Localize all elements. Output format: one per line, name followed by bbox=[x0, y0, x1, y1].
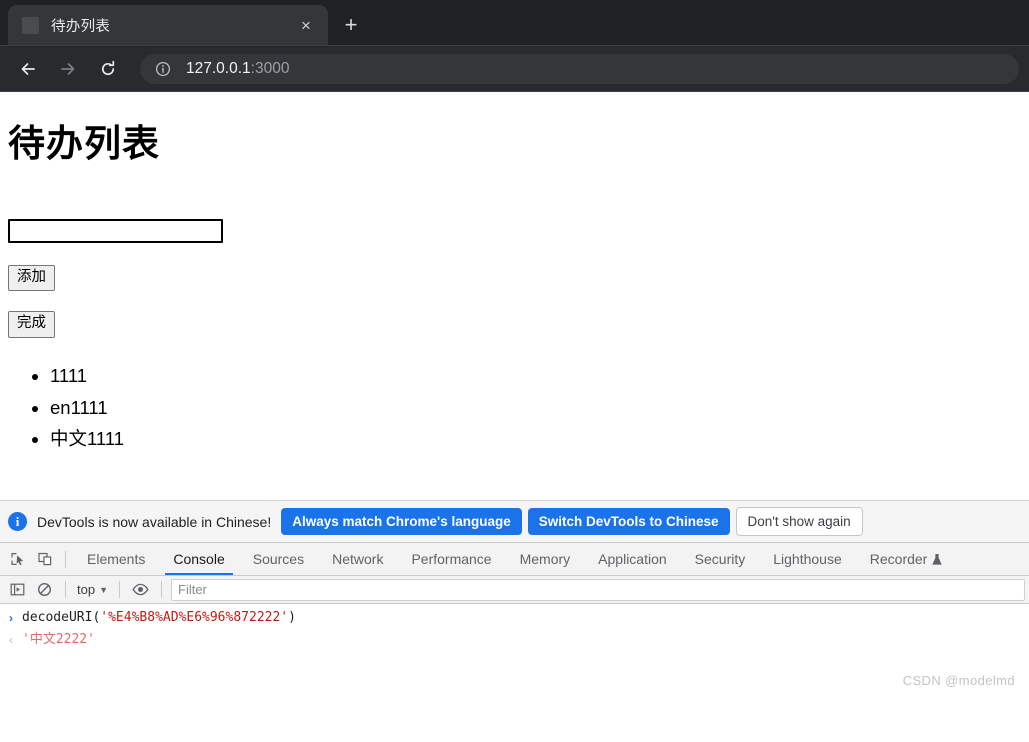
tab-network[interactable]: Network bbox=[318, 543, 397, 575]
page-title: 待办列表 bbox=[8, 123, 160, 164]
console-divider-2 bbox=[119, 581, 120, 598]
console-divider-3 bbox=[161, 581, 162, 598]
console-fn-name: decodeURI( bbox=[22, 610, 101, 625]
tab-strip: 待办列表 × + bbox=[0, 0, 1029, 45]
console-input-expression: decodeURI('%E4%B8%AD%E6%96%872222') bbox=[22, 609, 296, 627]
tab-security[interactable]: Security bbox=[681, 543, 760, 575]
dont-show-again-button[interactable]: Don't show again bbox=[735, 507, 863, 536]
console-messages: › decodeURI('%E4%B8%AD%E6%96%872222') ‹ … bbox=[0, 604, 1029, 696]
tab-memory[interactable]: Memory bbox=[506, 543, 585, 575]
tab-sources[interactable]: Sources bbox=[239, 543, 318, 575]
console-context-selector[interactable]: top ▼ bbox=[73, 582, 112, 597]
console-input-prompt-icon: › bbox=[9, 611, 13, 625]
live-expression-button[interactable] bbox=[127, 577, 154, 603]
todo-input[interactable] bbox=[8, 219, 223, 243]
console-string-arg: '%E4%B8%AD%E6%96%872222' bbox=[100, 610, 289, 625]
console-filter-input[interactable] bbox=[171, 578, 1025, 601]
forward-arrow-icon bbox=[61, 62, 75, 75]
back-arrow-icon bbox=[21, 62, 35, 75]
tab-elements[interactable]: Elements bbox=[73, 543, 159, 575]
tab-lighthouse[interactable]: Lighthouse bbox=[759, 543, 856, 575]
console-toolbar: top ▼ bbox=[0, 576, 1029, 604]
console-output-value: '中文2222' bbox=[22, 632, 95, 647]
list-item[interactable]: en1111 bbox=[50, 392, 1021, 424]
console-output-prompt-icon: ‹ bbox=[9, 633, 13, 647]
tab-title: 待办列表 bbox=[51, 18, 111, 35]
site-info-icon[interactable] bbox=[154, 60, 172, 78]
page-content: 待办列表 添加 完成 1111 en1111 中文1111 bbox=[0, 92, 1029, 500]
console-sidebar-toggle[interactable] bbox=[4, 577, 31, 603]
tab-performance[interactable]: Performance bbox=[397, 543, 505, 575]
list-item[interactable]: 中文1111 bbox=[50, 423, 1021, 455]
reload-icon bbox=[101, 60, 115, 75]
tab-console[interactable]: Console bbox=[159, 543, 238, 575]
browser-toolbar: 127.0.0.1:3000 bbox=[0, 45, 1029, 92]
console-input-row[interactable]: › decodeURI('%E4%B8%AD%E6%96%872222') bbox=[0, 607, 1029, 629]
browser-chrome: 待办列表 × + 127.0.0.1:3000 bbox=[0, 0, 1029, 92]
toolbar-divider bbox=[65, 550, 66, 568]
new-tab-button[interactable]: + bbox=[334, 8, 368, 42]
inspect-element-button[interactable] bbox=[4, 546, 31, 572]
list-item[interactable]: 1111 bbox=[50, 360, 1021, 392]
console-divider-1 bbox=[65, 581, 66, 598]
info-icon: i bbox=[8, 512, 27, 531]
address-bar[interactable]: 127.0.0.1:3000 bbox=[140, 53, 1019, 84]
devtools-tab-bar: Elements Console Sources Network Perform… bbox=[0, 543, 1029, 576]
todo-list: 1111 en1111 中文1111 bbox=[8, 360, 1021, 455]
browser-tab[interactable]: 待办列表 × bbox=[8, 5, 328, 45]
switch-devtools-language-button[interactable]: Switch DevTools to Chinese bbox=[527, 508, 730, 535]
always-match-language-button[interactable]: Always match Chrome's language bbox=[281, 508, 522, 535]
url-text: 127.0.0.1:3000 bbox=[186, 60, 289, 78]
close-icon[interactable]: × bbox=[294, 13, 318, 37]
devtools-panel: i DevTools is now available in Chinese! … bbox=[0, 500, 1029, 696]
inspect-cursor-icon bbox=[10, 553, 23, 566]
url-port: :3000 bbox=[250, 59, 290, 77]
experiment-flask-icon bbox=[932, 554, 942, 565]
back-button[interactable] bbox=[10, 51, 46, 87]
console-output-row: ‹ '中文2222' bbox=[0, 629, 1029, 651]
devtools-language-infobar: i DevTools is now available in Chinese! … bbox=[0, 501, 1029, 543]
url-host: 127.0.0.1 bbox=[186, 59, 251, 77]
infobar-message: DevTools is now available in Chinese! bbox=[37, 513, 272, 530]
console-sidebar-icon bbox=[10, 583, 25, 596]
favicon-icon bbox=[22, 16, 39, 34]
clear-console-icon bbox=[37, 582, 52, 597]
console-paren-close: ) bbox=[288, 610, 296, 625]
add-button[interactable]: 添加 bbox=[8, 265, 55, 292]
device-toolbar-icon bbox=[37, 552, 51, 566]
eye-icon bbox=[132, 583, 149, 596]
tab-recorder-label: Recorder bbox=[869, 551, 928, 567]
clear-console-button[interactable] bbox=[31, 577, 58, 603]
tab-application[interactable]: Application bbox=[584, 543, 681, 575]
forward-button bbox=[50, 51, 86, 87]
console-context-label: top bbox=[77, 582, 96, 597]
watermark: CSDN @modelmd bbox=[902, 673, 1015, 688]
done-button[interactable]: 完成 bbox=[8, 311, 55, 338]
toggle-device-toolbar-button[interactable] bbox=[31, 546, 58, 572]
reload-button[interactable] bbox=[90, 51, 126, 87]
chevron-down-icon: ▼ bbox=[99, 584, 108, 595]
tab-recorder[interactable]: Recorder bbox=[856, 543, 958, 575]
